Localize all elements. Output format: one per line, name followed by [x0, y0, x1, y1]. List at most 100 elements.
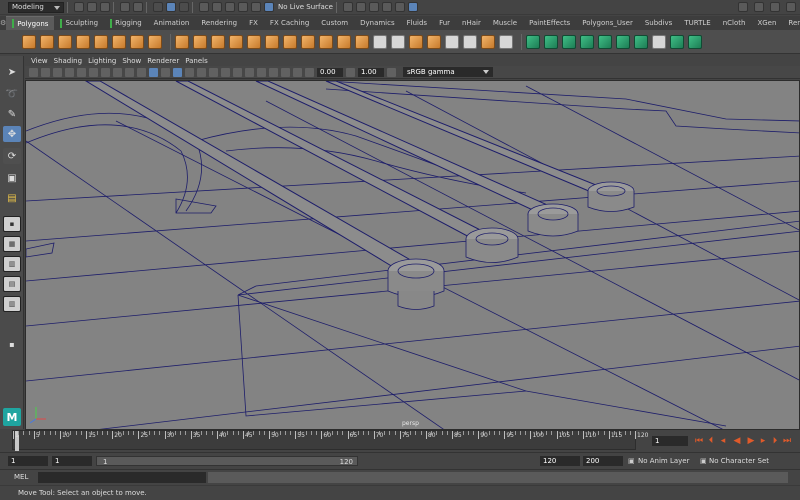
- tab-fur[interactable]: Fur: [433, 16, 456, 30]
- save-scene-icon[interactable]: [100, 2, 110, 12]
- range-bar[interactable]: 1 120: [96, 456, 358, 466]
- isolate-select-icon[interactable]: [257, 67, 266, 77]
- animation-start-field[interactable]: 1: [8, 456, 48, 466]
- panel-menu-renderer[interactable]: Renderer: [147, 57, 179, 65]
- shelf-tool-17-icon[interactable]: [319, 34, 333, 49]
- resolution-gate-icon[interactable]: [101, 67, 110, 77]
- tab-renderman[interactable]: RenderMan: [782, 16, 800, 30]
- shelf-tool-3-icon[interactable]: [76, 34, 90, 49]
- renderman-icon[interactable]: [407, 2, 418, 12]
- exposure-icon[interactable]: [305, 67, 314, 77]
- anim-layer-icon[interactable]: ▣: [628, 456, 635, 466]
- lasso-icon[interactable]: ➰: [3, 86, 21, 102]
- snap-view-icon[interactable]: [238, 2, 248, 12]
- shelf-tool-30-icon[interactable]: [544, 34, 558, 49]
- graph-layout-icon[interactable]: ▥: [3, 296, 21, 312]
- shelf-tool-1-icon[interactable]: [40, 34, 54, 49]
- shelf-tool-36-icon[interactable]: [652, 34, 666, 49]
- shelf-tool-22-icon[interactable]: [409, 34, 423, 49]
- field-chart-icon[interactable]: [125, 67, 134, 77]
- single-pane-layout-icon[interactable]: ▪: [3, 216, 21, 232]
- safe-action-icon[interactable]: [137, 67, 146, 77]
- tab-rendering[interactable]: Rendering: [195, 16, 243, 30]
- tab-polygons-user[interactable]: Polygons_User: [576, 16, 639, 30]
- xray-components-icon[interactable]: [293, 67, 302, 77]
- ipr-render-icon[interactable]: [368, 2, 379, 12]
- render-icon[interactable]: [355, 2, 366, 12]
- go-to-end-icon[interactable]: ⏭: [782, 436, 792, 446]
- tab-ncloth[interactable]: nCloth: [717, 16, 752, 30]
- shelf-tool-38-icon[interactable]: [688, 34, 702, 49]
- shelf-tool-19-icon[interactable]: [355, 34, 369, 49]
- time-slider-track[interactable]: 1 5 10 15 20 25 30 35 40 45 50 55 60 65 70 75 80 85 90 95 10…: [12, 430, 648, 451]
- film-gate-icon[interactable]: [89, 67, 98, 77]
- character-set-select[interactable]: No Character Set: [709, 456, 769, 466]
- shelf-tool-5-icon[interactable]: [112, 34, 126, 49]
- tab-dynamics[interactable]: Dynamics: [354, 16, 401, 30]
- anti-alias-icon[interactable]: [245, 67, 254, 77]
- shelf-tool-16-icon[interactable]: [301, 34, 315, 49]
- panel-menu-shading[interactable]: Shading: [54, 57, 82, 65]
- anim-layer-select[interactable]: No Anim Layer: [638, 456, 689, 466]
- ambient-occlusion-icon[interactable]: [221, 67, 230, 77]
- tab-fluids[interactable]: Fluids: [401, 16, 433, 30]
- shelf-tool-0-icon[interactable]: [22, 34, 36, 49]
- animation-end-field[interactable]: 200: [583, 456, 623, 466]
- shelf-tool-37-icon[interactable]: [670, 34, 684, 49]
- rotate-icon[interactable]: ⟳: [3, 148, 21, 164]
- play-forward-icon[interactable]: ▶: [746, 436, 756, 446]
- shelf-tool-32-icon[interactable]: [580, 34, 594, 49]
- shelf-tool-21-icon[interactable]: [391, 34, 405, 49]
- camera-attributes-icon[interactable]: [41, 67, 50, 77]
- shelf-tool-35-icon[interactable]: [634, 34, 648, 49]
- shelf-tool-34-icon[interactable]: [616, 34, 630, 49]
- tab-xgen[interactable]: XGen: [751, 16, 782, 30]
- tab-subdivs[interactable]: Subdivs: [639, 16, 679, 30]
- playback-start-field[interactable]: 1: [52, 456, 92, 466]
- step-forward-icon[interactable]: ⏵: [770, 436, 780, 446]
- shelf-tool-18-icon[interactable]: [337, 34, 351, 49]
- gamma-icon[interactable]: [346, 67, 355, 77]
- shelf-tool-26-icon[interactable]: [481, 34, 495, 49]
- shelf-tool-31-icon[interactable]: [562, 34, 576, 49]
- select-camera-icon[interactable]: [29, 67, 38, 77]
- panel-menu-panels[interactable]: Panels: [185, 57, 208, 65]
- open-scene-icon[interactable]: [87, 2, 97, 12]
- undo-icon[interactable]: [120, 2, 130, 12]
- wireframe-icon[interactable]: [149, 67, 158, 77]
- gamma-field[interactable]: 1.00: [358, 67, 384, 77]
- select-hierarchy-icon[interactable]: [153, 2, 163, 12]
- xray-joints-icon[interactable]: [281, 67, 290, 77]
- new-scene-icon[interactable]: [74, 2, 84, 12]
- channel-box-icon[interactable]: [786, 2, 796, 12]
- playback-end-field[interactable]: 120: [540, 456, 580, 466]
- tab-fx-caching[interactable]: FX Caching: [264, 16, 315, 30]
- tab-sculpting[interactable]: Sculpting: [54, 16, 104, 30]
- tab-rigging[interactable]: Rigging: [104, 16, 148, 30]
- shelf-tool-14-icon[interactable]: [265, 34, 279, 49]
- shelf-tool-13-icon[interactable]: [247, 34, 261, 49]
- character-set-icon[interactable]: ▣: [700, 456, 707, 466]
- smooth-shade-icon[interactable]: [161, 67, 170, 77]
- attribute-editor-icon[interactable]: [754, 2, 764, 12]
- textured-icon[interactable]: [185, 67, 194, 77]
- arrow-cursor-icon[interactable]: ➤: [3, 64, 21, 80]
- snap-grid-icon[interactable]: [199, 2, 209, 12]
- xray-icon[interactable]: [269, 67, 278, 77]
- shelf-tool-6-icon[interactable]: [130, 34, 144, 49]
- command-language-label[interactable]: MEL: [14, 473, 28, 481]
- tab-animation[interactable]: Animation: [148, 16, 196, 30]
- shelf-tool-15-icon[interactable]: [283, 34, 297, 49]
- more-layouts-icon[interactable]: ▪: [3, 336, 21, 352]
- hypershade-icon[interactable]: [394, 2, 405, 12]
- tab-fx[interactable]: FX: [243, 16, 264, 30]
- color-management-icon[interactable]: [387, 67, 396, 77]
- image-plane-icon[interactable]: [65, 67, 74, 77]
- shelf-tool-33-icon[interactable]: [598, 34, 612, 49]
- shelf-tool-24-icon[interactable]: [445, 34, 459, 49]
- shelf-tool-7-icon[interactable]: [148, 34, 162, 49]
- tab-polygons[interactable]: Polygons: [6, 16, 55, 30]
- panel-menu-show[interactable]: Show: [122, 57, 141, 65]
- snap-surface-icon[interactable]: [251, 2, 261, 12]
- bookmarks-icon[interactable]: [53, 67, 62, 77]
